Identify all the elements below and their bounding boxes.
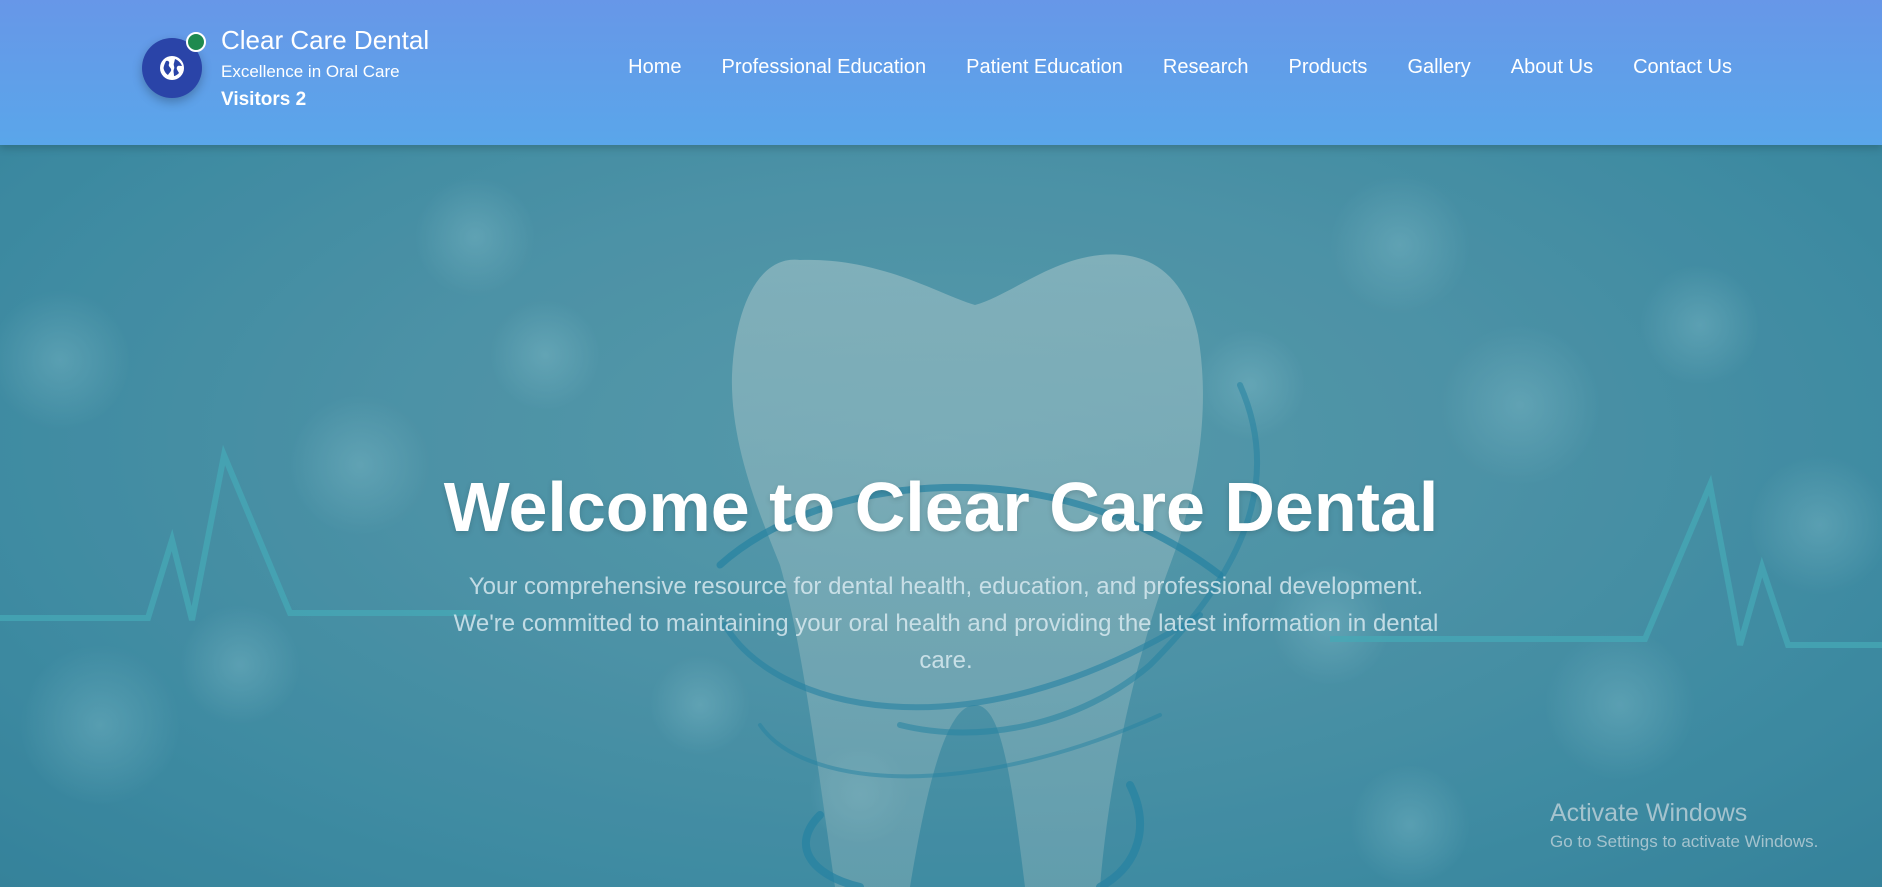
- nav-products[interactable]: Products: [1289, 56, 1368, 79]
- brand-tagline: Excellence in Oral Care: [221, 62, 400, 81]
- nav-about-us[interactable]: About Us: [1511, 56, 1593, 79]
- visitor-counter: Visitors 2: [221, 89, 307, 110]
- nav-home[interactable]: Home: [628, 56, 681, 79]
- nav-professional-education[interactable]: Professional Education: [722, 56, 927, 79]
- nav-gallery[interactable]: Gallery: [1407, 56, 1470, 79]
- hero-section: Welcome to Clear Care Dental Your compre…: [0, 145, 1882, 887]
- hero-subtitle: Your comprehensive resource for dental h…: [453, 573, 1439, 674]
- main-nav: Home Professional Education Patient Educ…: [628, 56, 1732, 79]
- online-status-dot: [186, 32, 206, 52]
- nav-patient-education[interactable]: Patient Education: [966, 56, 1123, 79]
- site-header: Clear Care Dental Excellence in Oral Car…: [0, 0, 1882, 145]
- windows-activation-title: Activate Windows: [1550, 799, 1748, 827]
- brand-title[interactable]: Clear Care Dental: [221, 25, 429, 56]
- windows-activation-subtitle: Go to Settings to activate Windows.: [1550, 832, 1819, 851]
- globe-icon: [160, 56, 184, 80]
- nav-research[interactable]: Research: [1163, 56, 1249, 79]
- nav-contact-us[interactable]: Contact Us: [1633, 56, 1732, 79]
- hero-title: Welcome to Clear Care Dental: [443, 468, 1439, 546]
